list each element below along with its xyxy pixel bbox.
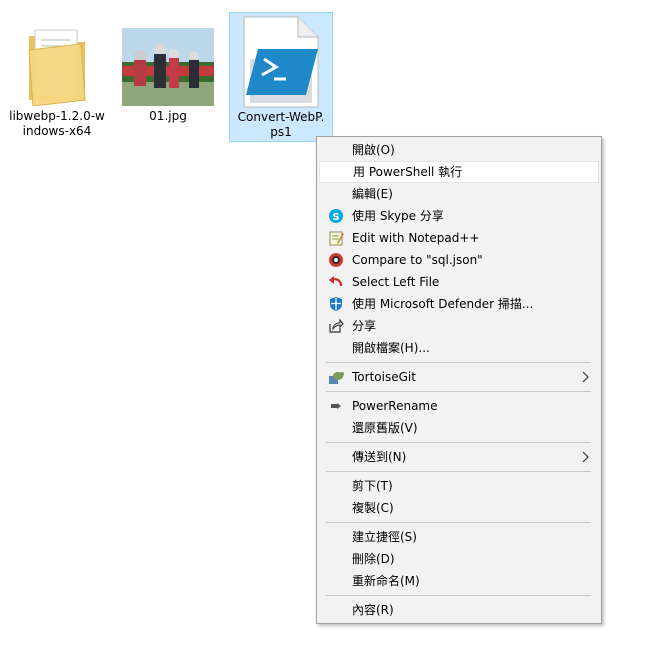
notepad-plus-plus-icon bbox=[329, 231, 344, 246]
menu-item-share-skype[interactable]: S 使用 Skype 分享 bbox=[319, 205, 599, 227]
defender-shield-icon bbox=[330, 297, 342, 311]
menu-item-properties[interactable]: 內容(R) bbox=[319, 599, 599, 621]
context-menu: 開啟(O) 用 PowerShell 執行 編輯(E) S 使用 Skype 分… bbox=[316, 136, 602, 624]
menu-item-rename[interactable]: 重新命名(M) bbox=[319, 570, 599, 592]
menu-separator bbox=[326, 362, 591, 363]
desktop-item-folder[interactable]: libwebp-1.2.0-windows-x64 bbox=[5, 12, 109, 142]
menu-item-edit[interactable]: 編輯(E) bbox=[319, 183, 599, 205]
menu-separator bbox=[326, 442, 591, 443]
menu-item-open[interactable]: 開啟(O) bbox=[319, 139, 599, 161]
chevron-right-icon bbox=[582, 371, 589, 383]
menu-item-send-to[interactable]: 傳送到(N) bbox=[319, 446, 599, 468]
desktop-item-label: Convert-WebP.ps1 bbox=[237, 110, 325, 139]
menu-item-powerrename[interactable]: PowerRename bbox=[319, 395, 599, 417]
chevron-right-icon bbox=[582, 451, 589, 463]
svg-text:S: S bbox=[332, 212, 339, 223]
menu-separator bbox=[326, 471, 591, 472]
menu-item-edit-notepad-plus-plus[interactable]: Edit with Notepad++ bbox=[319, 227, 599, 249]
menu-item-restore-previous-versions[interactable]: 還原舊版(V) bbox=[319, 417, 599, 439]
folder-icon bbox=[28, 29, 86, 106]
photo-thumbnail-icon bbox=[122, 28, 214, 106]
menu-item-tortoisegit[interactable]: TortoiseGit bbox=[319, 366, 599, 388]
desktop-item-image[interactable]: 01.jpg bbox=[116, 12, 220, 142]
menu-item-compare[interactable]: Compare to "sql.json" bbox=[319, 249, 599, 271]
powerrename-icon bbox=[331, 403, 341, 409]
share-icon bbox=[329, 318, 344, 333]
tortoisegit-icon bbox=[329, 372, 344, 384]
beyond-compare-icon bbox=[329, 253, 343, 267]
desktop-item-script-selected[interactable]: Convert-WebP.ps1 bbox=[229, 12, 333, 142]
menu-item-copy[interactable]: 複製(C) bbox=[319, 497, 599, 519]
menu-item-create-shortcut[interactable]: 建立捷徑(S) bbox=[319, 526, 599, 548]
skype-icon: S bbox=[329, 209, 343, 223]
powershell-script-icon bbox=[243, 16, 319, 108]
desktop-item-label: libwebp-1.2.0-windows-x64 bbox=[9, 109, 105, 138]
menu-item-open-file[interactable]: 開啟檔案(H)... bbox=[319, 337, 599, 359]
menu-separator bbox=[326, 391, 591, 392]
menu-separator bbox=[326, 522, 591, 523]
desktop-item-label: 01.jpg bbox=[149, 109, 187, 123]
menu-separator bbox=[326, 595, 591, 596]
undo-arrow-icon bbox=[329, 276, 343, 287]
menu-item-cut[interactable]: 剪下(T) bbox=[319, 475, 599, 497]
menu-item-defender-scan[interactable]: 使用 Microsoft Defender 掃描... bbox=[319, 293, 599, 315]
menu-item-delete[interactable]: 刪除(D) bbox=[319, 548, 599, 570]
menu-item-run-with-powershell[interactable]: 用 PowerShell 執行 bbox=[319, 161, 599, 183]
menu-item-share[interactable]: 分享 bbox=[319, 315, 599, 337]
menu-item-select-left-file[interactable]: Select Left File bbox=[319, 271, 599, 293]
